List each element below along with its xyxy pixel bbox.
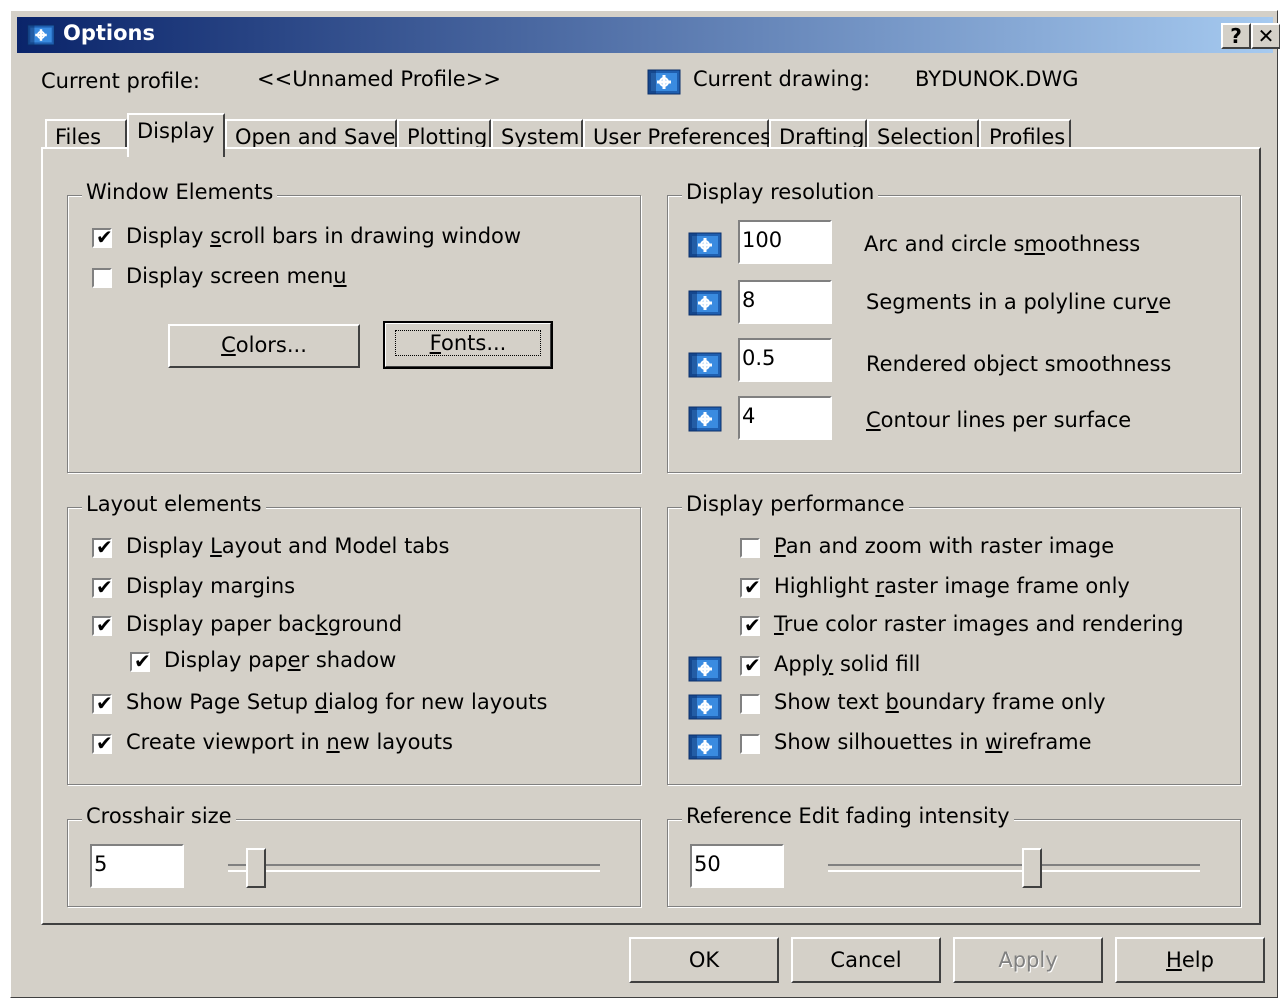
text-boundary-checkbox[interactable]: [739, 693, 761, 715]
title-bar[interactable]: Options ? ✕: [17, 17, 1280, 53]
apply-button[interactable]: Apply: [953, 937, 1103, 983]
check-icon: ✔: [96, 535, 113, 559]
true-color-label: True color raster images and rendering: [774, 612, 1184, 636]
drawing-icon: [688, 406, 722, 432]
pan-zoom-raster-label: Pan and zoom with raster image: [774, 534, 1115, 558]
contour-lines-label: Contour lines per surface: [866, 408, 1132, 432]
scroll-bars-label: Display scroll bars in drawing window: [126, 224, 522, 248]
layout-tabs-label: Display Layout and Model tabs: [126, 534, 450, 558]
true-color-checkbox[interactable]: ✔: [739, 613, 761, 637]
margins-label: Display margins: [126, 574, 296, 598]
current-profile-label: Current profile:: [41, 69, 200, 93]
current-drawing-label: Current drawing:: [693, 67, 871, 91]
drawing-icon: [647, 69, 681, 95]
highlight-raster-label: Highlight raster image frame only: [774, 574, 1130, 598]
screen-menu-checkbox[interactable]: [91, 267, 113, 289]
check-icon: ✔: [96, 613, 113, 637]
display-performance-group: Display performance Pan and zoom with ra…: [667, 492, 1241, 785]
layout-tabs-checkbox[interactable]: ✔: [91, 535, 113, 559]
window-elements-title: Window Elements: [82, 180, 278, 204]
display-resolution-group: Display resolution 100 Arc and circle sm…: [667, 180, 1241, 473]
solid-fill-checkbox[interactable]: ✔: [739, 653, 761, 677]
page-setup-label: Show Page Setup dialog for new layouts: [126, 690, 548, 714]
paper-shadow-label: Display paper shadow: [164, 648, 397, 672]
xref-fading-slider-thumb[interactable]: [1021, 848, 1042, 888]
drawing-icon: [688, 232, 722, 258]
solid-fill-label: Apply solid fill: [774, 652, 921, 676]
app-icon: [27, 23, 55, 47]
xref-fading-group: Reference Edit fading intensity 50: [667, 804, 1241, 907]
xref-fading-input[interactable]: 50: [690, 844, 784, 888]
scroll-bars-checkbox[interactable]: ✔: [91, 225, 113, 249]
window-title: Options: [63, 21, 155, 45]
polyline-segments-input[interactable]: 8: [738, 280, 832, 324]
display-tab-panel: Window Elements ✔ Display scroll bars in…: [41, 147, 1261, 925]
rendered-smoothness-label: Rendered object smoothness: [866, 352, 1172, 376]
crosshair-slider-thumb[interactable]: [245, 848, 266, 888]
current-profile-value: <<Unnamed Profile>>: [257, 67, 501, 91]
rendered-smoothness-input[interactable]: 0.5: [738, 338, 832, 382]
polyline-segments-label: Segments in a polyline curve: [866, 290, 1172, 314]
check-icon: ✔: [96, 691, 113, 715]
margins-checkbox[interactable]: ✔: [91, 575, 113, 599]
check-icon: ✔: [96, 731, 113, 755]
close-icon[interactable]: ✕: [1251, 23, 1280, 49]
silhouettes-label: Show silhouettes in wireframe: [774, 730, 1092, 754]
check-icon: ✔: [96, 575, 113, 599]
arc-smoothness-label: Arc and circle smoothness: [864, 232, 1141, 256]
highlight-raster-checkbox[interactable]: ✔: [739, 575, 761, 599]
fonts-button[interactable]: Fonts...: [383, 321, 553, 369]
options-dialog: Options ? ✕ Current profile: <<Unnamed P…: [10, 10, 1280, 998]
pan-zoom-raster-checkbox[interactable]: [739, 537, 761, 559]
check-icon: ✔: [134, 649, 151, 673]
paper-background-label: Display paper background: [126, 612, 403, 636]
check-icon: ✔: [744, 613, 761, 637]
drawing-icon: [688, 290, 722, 316]
window-elements-group: Window Elements ✔ Display scroll bars in…: [67, 180, 641, 473]
xref-fading-slider-track[interactable]: [828, 864, 1200, 872]
help-icon[interactable]: ?: [1221, 23, 1251, 49]
cancel-button[interactable]: Cancel: [791, 937, 941, 983]
paper-shadow-checkbox[interactable]: ✔: [129, 649, 151, 673]
screen-menu-label: Display screen menu: [126, 264, 347, 288]
silhouettes-checkbox[interactable]: [739, 733, 761, 755]
drawing-icon: [688, 734, 722, 760]
create-viewport-checkbox[interactable]: ✔: [91, 731, 113, 755]
drawing-icon: [688, 352, 722, 378]
contour-lines-input[interactable]: 4: [738, 396, 832, 440]
crosshair-size-title: Crosshair size: [82, 804, 236, 828]
layout-elements-title: Layout elements: [82, 492, 266, 516]
tab-display[interactable]: Display: [127, 113, 225, 157]
create-viewport-label: Create viewport in new layouts: [126, 730, 453, 754]
arc-smoothness-input[interactable]: 100: [738, 220, 832, 264]
check-icon: ✔: [96, 225, 113, 249]
check-icon: ✔: [744, 575, 761, 599]
colors-button[interactable]: Colors...: [168, 324, 360, 368]
crosshair-size-group: Crosshair size 5: [67, 804, 641, 907]
display-performance-title: Display performance: [682, 492, 909, 516]
ok-button[interactable]: OK: [629, 937, 779, 983]
page-setup-checkbox[interactable]: ✔: [91, 691, 113, 715]
crosshair-slider-track[interactable]: [228, 864, 600, 872]
text-boundary-label: Show text boundary frame only: [774, 690, 1106, 714]
current-drawing-value: BYDUNOK.DWG: [915, 67, 1079, 91]
xref-fading-title: Reference Edit fading intensity: [682, 804, 1014, 828]
crosshair-size-input[interactable]: 5: [90, 844, 184, 888]
drawing-icon: [688, 656, 722, 682]
display-resolution-title: Display resolution: [682, 180, 879, 204]
drawing-icon: [688, 694, 722, 720]
paper-background-checkbox[interactable]: ✔: [91, 613, 113, 637]
layout-elements-group: Layout elements ✔ Display Layout and Mod…: [67, 492, 641, 785]
help-button[interactable]: Help: [1115, 937, 1265, 983]
check-icon: ✔: [744, 653, 761, 677]
